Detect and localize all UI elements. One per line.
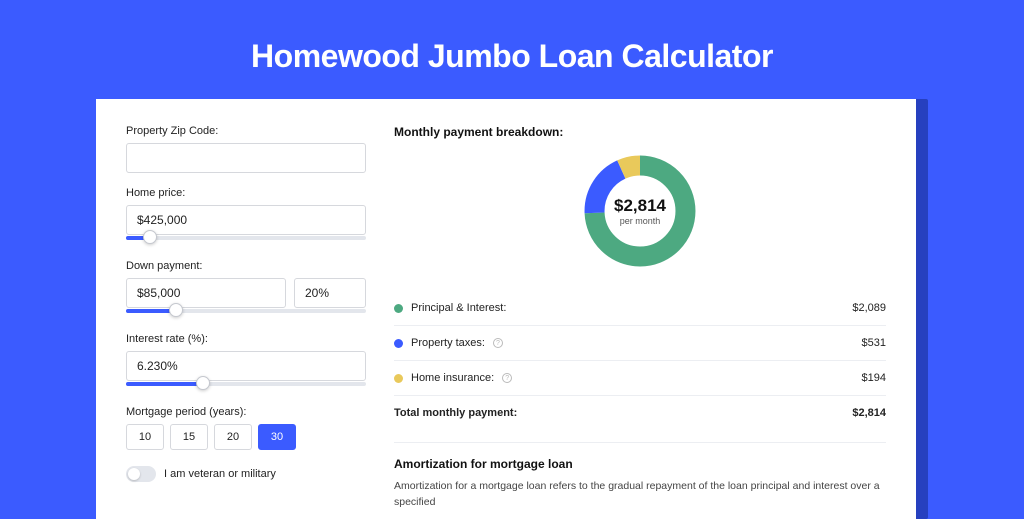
legend-dot-yellow [394,374,403,383]
down-payment-field: Down payment: [126,260,366,319]
breakdown-row-total: Total monthly payment: $2,814 [394,398,886,428]
divider [394,395,886,396]
period-option-30[interactable]: 30 [258,424,296,450]
period-option-10[interactable]: 10 [126,424,164,450]
breakdown-value: $2,089 [852,302,886,314]
period-option-15[interactable]: 15 [170,424,208,450]
veteran-row: I am veteran or military [126,466,366,482]
calculator-card: Property Zip Code: Home price: Down paym… [96,99,916,519]
form-column: Property Zip Code: Home price: Down paym… [126,125,366,519]
donut-chart: $2,814 per month [580,151,700,271]
zip-input[interactable] [126,143,366,173]
breakdown-column: Monthly payment breakdown: $2,814 per mo… [394,125,886,519]
interest-rate-input[interactable] [126,351,366,381]
interest-rate-slider[interactable] [126,378,366,392]
total-label: Total monthly payment: [394,407,517,419]
down-payment-slider[interactable] [126,305,366,319]
mortgage-period-field: Mortgage period (years): 10 15 20 30 [126,406,366,450]
breakdown-left: Property taxes: ? [394,337,503,349]
amortization-title: Amortization for mortgage loan [394,457,886,471]
page-title: Homewood Jumbo Loan Calculator [0,0,1024,99]
zip-field: Property Zip Code: [126,125,366,173]
amortization-text: Amortization for a mortgage loan refers … [394,479,886,511]
zip-label: Property Zip Code: [126,125,366,137]
amortization-section: Amortization for mortgage loan Amortizat… [394,442,886,511]
slider-thumb[interactable] [169,303,183,317]
breakdown-row-principal: Principal & Interest: $2,089 [394,293,886,323]
veteran-label: I am veteran or military [164,468,276,480]
home-price-slider[interactable] [126,232,366,246]
info-icon[interactable]: ? [493,338,503,348]
card-shadow: Property Zip Code: Home price: Down paym… [96,99,928,519]
donut-center-label: per month [614,216,666,226]
mortgage-period-options: 10 15 20 30 [126,424,366,450]
interest-rate-label: Interest rate (%): [126,333,366,345]
home-price-field: Home price: [126,187,366,246]
home-price-input[interactable] [126,205,366,235]
down-payment-label: Down payment: [126,260,366,272]
total-value: $2,814 [852,407,886,419]
breakdown-label: Property taxes: [411,337,485,349]
breakdown-label: Home insurance: [411,372,494,384]
home-price-label: Home price: [126,187,366,199]
donut-center: $2,814 per month [614,196,666,226]
breakdown-value: $194 [862,372,886,384]
legend-dot-green [394,304,403,313]
slider-thumb[interactable] [196,376,210,390]
breakdown-left: Principal & Interest: [394,302,506,314]
donut-center-value: $2,814 [614,196,666,216]
info-icon[interactable]: ? [502,373,512,383]
slider-track [126,236,366,240]
breakdown-row-taxes: Property taxes: ? $531 [394,328,886,358]
divider [394,360,886,361]
slider-fill [126,382,203,386]
breakdown-row-insurance: Home insurance: ? $194 [394,363,886,393]
mortgage-period-label: Mortgage period (years): [126,406,366,418]
donut-chart-wrap: $2,814 per month [394,151,886,271]
down-payment-row [126,278,366,308]
period-option-20[interactable]: 20 [214,424,252,450]
divider [394,325,886,326]
down-payment-input[interactable] [126,278,286,308]
breakdown-label: Principal & Interest: [411,302,506,314]
breakdown-title: Monthly payment breakdown: [394,125,886,139]
veteran-toggle[interactable] [126,466,156,482]
interest-rate-field: Interest rate (%): [126,333,366,392]
breakdown-value: $531 [862,337,886,349]
slider-thumb[interactable] [143,230,157,244]
legend-dot-blue [394,339,403,348]
breakdown-left: Home insurance: ? [394,372,512,384]
down-payment-pct-input[interactable] [294,278,366,308]
